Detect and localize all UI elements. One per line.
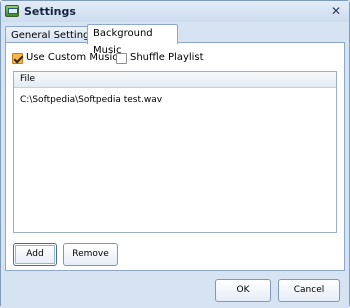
list-item[interactable]: C:\Softpedia\Softpedia test.wav: [14, 92, 336, 109]
file-list[interactable]: File C:\Softpedia\Softpedia test.wav: [13, 71, 337, 233]
use-custom-music-checkbox[interactable]: [12, 53, 23, 64]
remove-button[interactable]: Remove: [63, 243, 118, 266]
add-button[interactable]: Add: [13, 243, 57, 266]
window-title: Settings: [24, 5, 76, 18]
shuffle-playlist-label[interactable]: Shuffle Playlist: [130, 52, 204, 63]
settings-window: Settings ✕ General Settings Background M…: [0, 0, 350, 308]
cancel-button[interactable]: Cancel: [278, 279, 340, 302]
monitor-app-icon: [5, 5, 19, 17]
ok-button[interactable]: OK: [215, 279, 271, 302]
background-music-panel: Use Custom Music Shuffle Playlist File C…: [5, 42, 345, 271]
title-bar: Settings ✕: [1, 1, 349, 22]
close-icon[interactable]: ✕: [329, 4, 343, 18]
tab-background-music[interactable]: Background Music: [87, 24, 178, 56]
file-column-header[interactable]: File: [14, 72, 336, 88]
dialog-footer: OK Cancel: [1, 272, 349, 308]
